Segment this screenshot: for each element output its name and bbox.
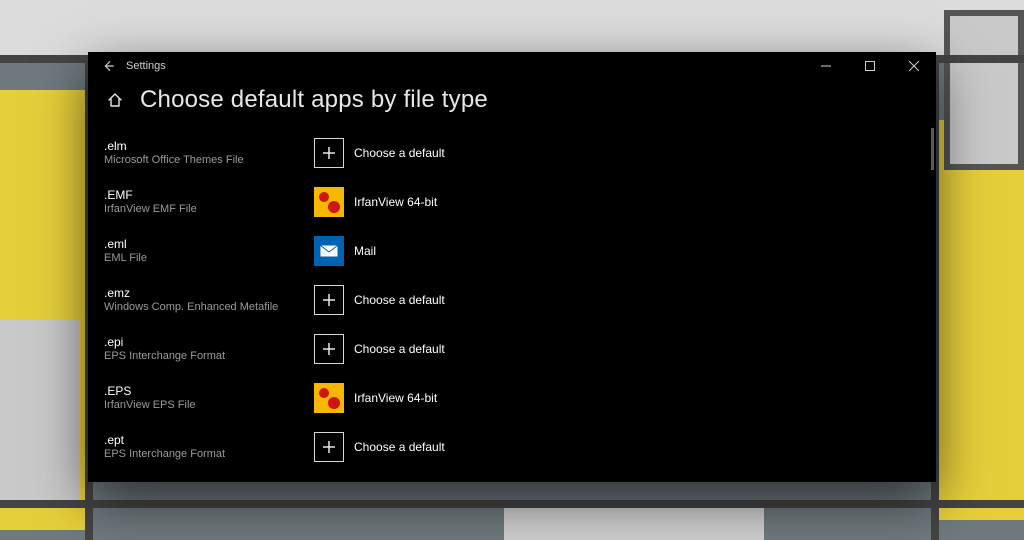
file-description: EPS Interchange Format xyxy=(104,350,304,362)
file-extension: .EPS xyxy=(104,384,304,398)
file-extension: .epi xyxy=(104,335,304,349)
vertical-scrollbar[interactable] xyxy=(931,128,934,482)
file-description: IrfanView EMF File xyxy=(104,203,304,215)
filetype-info: .elmMicrosoft Office Themes File xyxy=(104,135,304,170)
minimize-icon xyxy=(821,61,831,71)
file-description: IrfanView EPS File xyxy=(104,399,304,411)
maximize-button[interactable] xyxy=(848,52,892,80)
maximize-icon xyxy=(865,61,875,71)
back-button[interactable] xyxy=(94,52,122,80)
irfanview-icon xyxy=(314,187,344,217)
filetype-info: .epiEPS Interchange Format xyxy=(104,331,304,366)
default-app-button[interactable]: Choose a default xyxy=(314,334,445,364)
filetype-row: .EPSIrfanView EPS File IrfanView 64-bit xyxy=(104,373,936,422)
default-app-button[interactable]: IrfanView 64-bit xyxy=(314,383,437,413)
home-button[interactable] xyxy=(104,89,126,111)
filetype-row: .eptEPS Interchange Format Choose a defau… xyxy=(104,422,936,471)
close-button[interactable] xyxy=(892,52,936,80)
page-header: Choose default apps by file type xyxy=(88,80,936,128)
titlebar: Settings xyxy=(88,52,936,80)
scroll-thumb[interactable] xyxy=(931,128,934,170)
file-extension: .ept xyxy=(104,433,304,447)
irfanview-icon xyxy=(314,383,344,413)
filetype-info: .EPSIrfanView EPS File xyxy=(104,380,304,415)
filetype-info: .emlEML File xyxy=(104,233,304,268)
app-label: IrfanView 64-bit xyxy=(354,391,437,405)
mail-icon xyxy=(314,236,344,266)
filetype-row: .emlEML File Mail xyxy=(104,226,936,275)
file-description: Windows Comp. Enhanced Metafile xyxy=(104,301,304,313)
content-area: .elmMicrosoft Office Themes File Choose a… xyxy=(88,128,936,482)
plus-icon xyxy=(314,334,344,364)
file-extension: .eml xyxy=(104,237,304,251)
default-app-button[interactable]: IrfanView 64-bit xyxy=(314,187,437,217)
filetype-row: .epiEPS Interchange Format Choose a defau… xyxy=(104,324,936,373)
filetype-info: .emzWindows Comp. Enhanced Metafile xyxy=(104,282,304,317)
app-label: Choose a default xyxy=(354,146,445,160)
window-controls xyxy=(804,52,936,80)
page-title: Choose default apps by file type xyxy=(140,86,488,114)
home-icon xyxy=(107,92,123,108)
filetype-info: .eptEPS Interchange Format xyxy=(104,429,304,464)
file-extension: .emz xyxy=(104,286,304,300)
app-label: Mail xyxy=(354,244,376,258)
default-app-button[interactable]: Choose a default xyxy=(314,285,445,315)
default-app-button[interactable]: Choose a default xyxy=(314,138,445,168)
app-label: IrfanView 64-bit xyxy=(354,195,437,209)
back-arrow-icon xyxy=(101,59,115,73)
file-extension: .elm xyxy=(104,139,304,153)
plus-icon xyxy=(314,285,344,315)
default-app-button[interactable]: Choose a default xyxy=(314,432,445,462)
file-extension: .EMF xyxy=(104,188,304,202)
filetype-row: .EMFIrfanView EMF File IrfanView 64-bit xyxy=(104,177,936,226)
file-description: EML File xyxy=(104,252,304,264)
settings-window: Settings Choose default apps by file typ… xyxy=(88,52,936,482)
app-label: Choose a default xyxy=(354,342,445,356)
filetype-row: .emzWindows Comp. Enhanced Metafile Choos… xyxy=(104,275,936,324)
file-description: Microsoft Office Themes File xyxy=(104,154,304,166)
plus-icon xyxy=(314,432,344,462)
plus-icon xyxy=(314,138,344,168)
filetype-info: .EMFIrfanView EMF File xyxy=(104,184,304,219)
close-icon xyxy=(909,61,919,71)
window-title: Settings xyxy=(126,60,166,72)
app-label: Choose a default xyxy=(354,440,445,454)
filetype-list: .elmMicrosoft Office Themes File Choose a… xyxy=(104,128,936,482)
filetype-row: .elmMicrosoft Office Themes File Choose a… xyxy=(104,128,936,177)
app-label: Choose a default xyxy=(354,293,445,307)
minimize-button[interactable] xyxy=(804,52,848,80)
file-description: EPS Interchange Format xyxy=(104,448,304,460)
default-app-button[interactable]: Mail xyxy=(314,236,376,266)
